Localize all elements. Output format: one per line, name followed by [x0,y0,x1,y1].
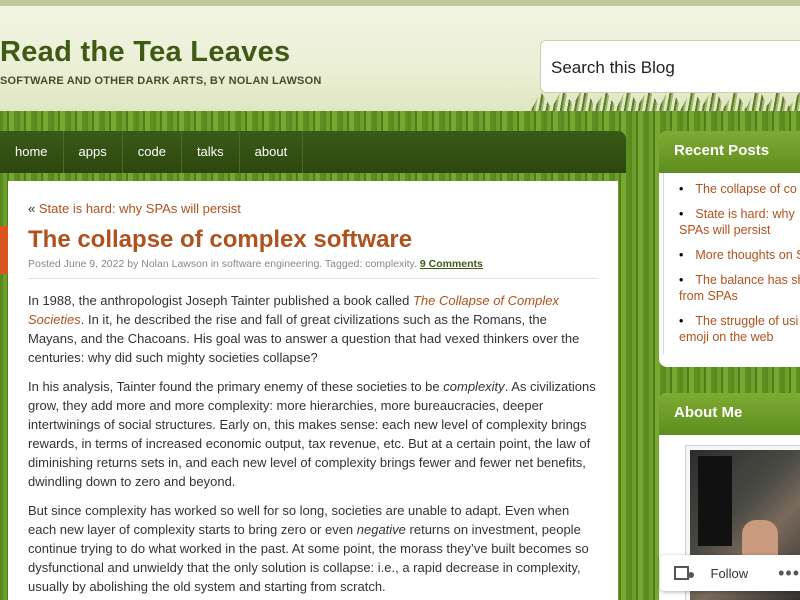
main-nav: home apps code talks about [0,131,626,173]
recent-posts-title: Recent Posts [659,131,800,173]
more-options-icon[interactable]: ••• [778,563,800,584]
nav-home[interactable]: home [0,131,64,173]
prev-arrow: « [28,201,36,216]
recent-posts-list-wrap: • The collapse of co • State is hard: why … [663,173,800,354]
recent-post-label[interactable]: The struggle of usi emoji on the web [679,314,798,344]
bullet: • [679,207,684,221]
post-body: In 1988, the anthropologist Joseph Taint… [28,291,598,600]
nav-code[interactable]: code [123,131,182,173]
recent-post-label[interactable]: The collapse of co [695,182,796,196]
search-input[interactable] [541,41,800,95]
bullet: • [679,273,684,287]
bullet: • [679,248,684,262]
bullet: • [679,314,684,328]
paragraph-2: In his analysis, Tainter found the prima… [28,377,598,491]
photo-sign [698,456,732,546]
recent-post-label[interactable]: More thoughts on S [695,248,800,262]
p2-text-b: . As civilizations grow, they add more a… [28,379,596,489]
follow-bar[interactable]: Follow ••• [660,555,800,591]
date-tab [0,226,8,274]
reader-follow-icon [674,566,693,580]
recent-posts-widget: Recent Posts • The collapse of co • State … [659,131,800,367]
post-meta-text: Posted June 9, 2022 by Nolan Lawson in s… [28,258,417,270]
about-me-title: About Me [659,393,800,435]
previous-post-nav: « State is hard: why SPAs will persist [28,201,241,216]
paragraph-1: In 1988, the anthropologist Joseph Taint… [28,291,598,367]
recent-post-label[interactable]: The balance has sh from SPAs [679,273,800,303]
recent-post-label[interactable]: State is hard: why SPAs will persist [679,207,795,237]
previous-post-link[interactable]: State is hard: why SPAs will persist [39,201,241,216]
recent-post-item[interactable]: • The balance has sh from SPAs [679,272,800,313]
bullet: • [679,182,684,196]
recent-posts-list: • The collapse of co • State is hard: why … [664,173,800,354]
recent-post-item[interactable]: • State is hard: why SPAs will persist [679,206,800,247]
post-meta: Posted June 9, 2022 by Nolan Lawson in s… [28,258,598,279]
recent-post-item[interactable]: • The struggle of usi emoji on the web [679,313,800,354]
recent-post-item[interactable]: • More thoughts on S [679,247,800,272]
search-box[interactable] [540,40,800,95]
p2-emphasis: complexity [443,379,505,394]
p1-text-b: . In it, he described the rise and fall … [28,312,580,365]
nav-about[interactable]: about [240,131,304,173]
p3-emphasis: negative [356,522,406,537]
paragraph-3: But since complexity has worked so well … [28,501,598,596]
nav-apps[interactable]: apps [64,131,123,173]
follow-button[interactable]: Follow [711,566,749,581]
blog-title[interactable]: Read the Tea Leaves [0,36,290,69]
nav-talks[interactable]: talks [182,131,240,173]
p1-text-a: In 1988, the anthropologist Joseph Taint… [28,293,413,308]
comments-link[interactable]: 9 Comments [420,258,483,270]
post-title[interactable]: The collapse of complex software [28,226,412,254]
blog-description: SOFTWARE AND OTHER DARK ARTS, BY NOLAN L… [0,75,322,87]
p2-text-a: In his analysis, Tainter found the prima… [28,379,444,394]
recent-post-item[interactable]: • The collapse of co [679,181,800,206]
